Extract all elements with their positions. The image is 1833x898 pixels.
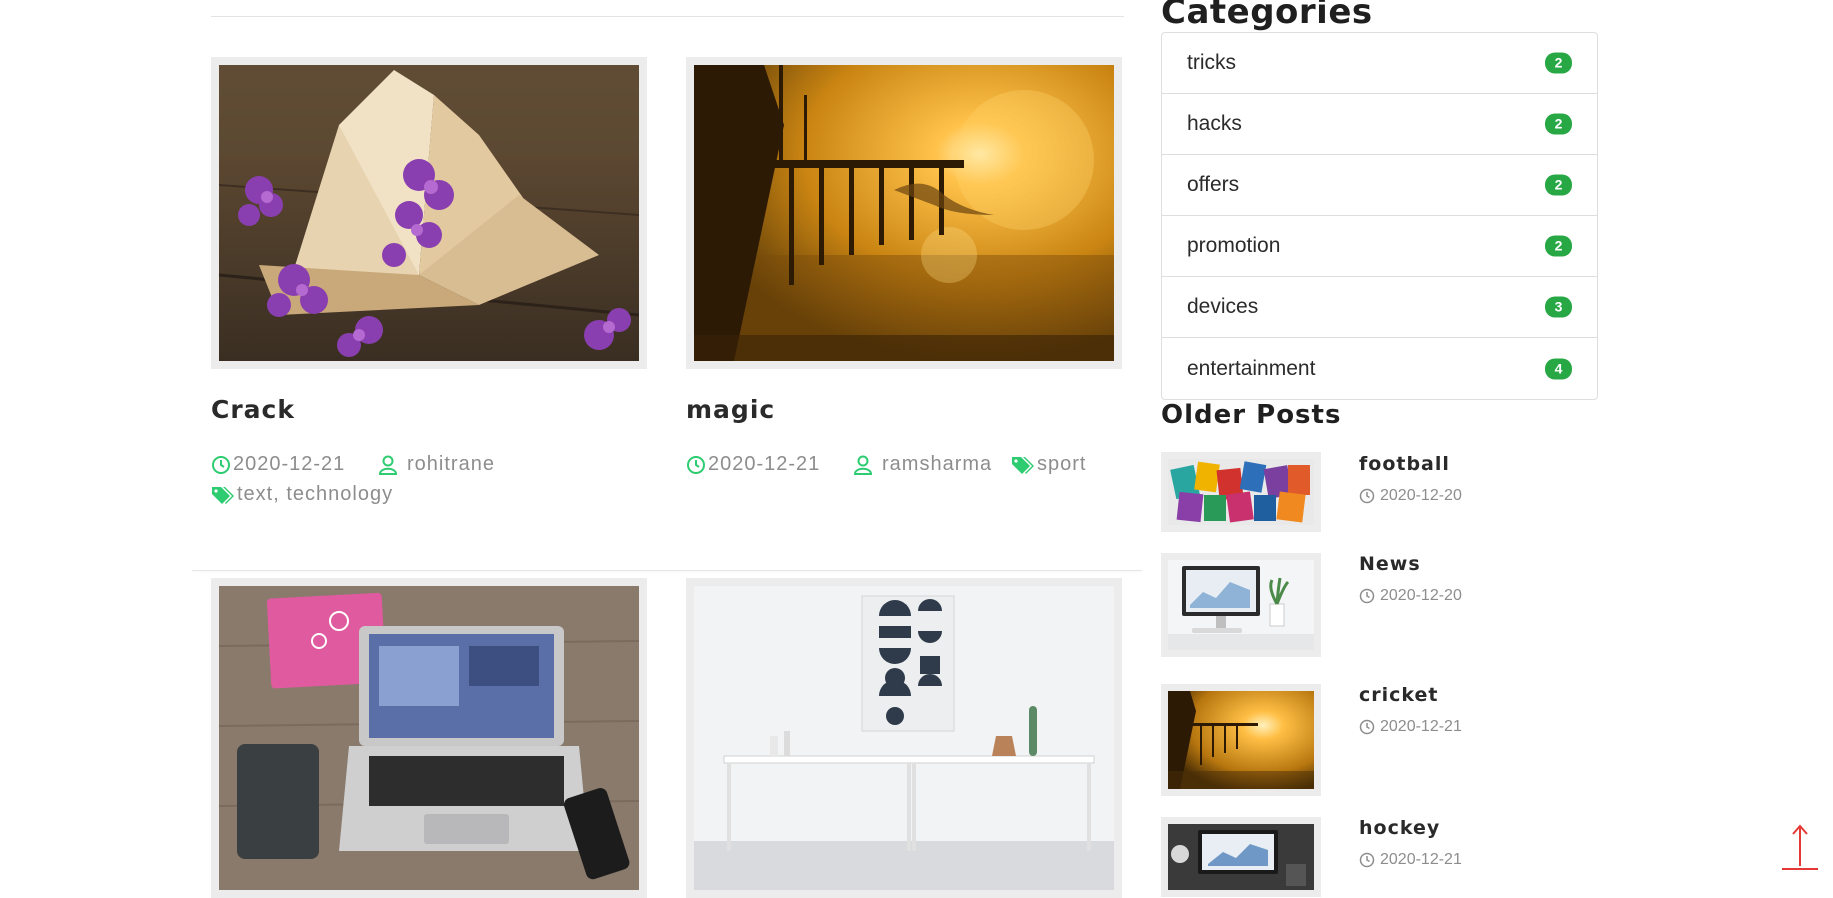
older-post-thumb[interactable] xyxy=(1161,817,1321,897)
older-post-thumb[interactable] xyxy=(1161,684,1321,796)
older-post-date-text: 2020-12-21 xyxy=(1380,718,1462,735)
category-item-tricks[interactable]: tricks 2 xyxy=(1162,33,1597,94)
clock-icon xyxy=(1359,588,1375,604)
category-label[interactable]: hacks xyxy=(1187,112,1242,136)
user-icon xyxy=(378,455,398,475)
post-title[interactable]: Crack xyxy=(211,395,295,424)
post-title[interactable]: magic xyxy=(686,395,775,424)
post-date-text: 2020-12-21 xyxy=(233,453,346,475)
older-post-date: 2020-12-21 xyxy=(1359,851,1462,869)
tag-icon xyxy=(212,486,234,504)
category-item-offers[interactable]: offers 2 xyxy=(1162,155,1597,216)
white-room-image xyxy=(694,586,1114,890)
clock-icon xyxy=(1359,719,1375,735)
post-author-text[interactable]: rohitrane xyxy=(407,453,495,476)
post-image-magic[interactable] xyxy=(686,57,1122,369)
post-image-laptop[interactable] xyxy=(211,578,647,898)
category-item-entertainment[interactable]: entertainment 4 xyxy=(1162,338,1597,399)
post-tags-text[interactable]: sport xyxy=(1037,453,1086,476)
pier-sunset-image xyxy=(1168,691,1314,789)
category-item-hacks[interactable]: hacks 2 xyxy=(1162,94,1597,155)
post-date: 2020-12-21 xyxy=(211,453,345,476)
older-post-title[interactable]: cricket xyxy=(1359,684,1439,706)
categories-list: tricks 2 hacks 2 offers 2 promotion 2 de… xyxy=(1161,32,1598,400)
desktop-monitor-image xyxy=(1168,560,1314,650)
category-label[interactable]: offers xyxy=(1187,173,1239,197)
category-label[interactable]: tricks xyxy=(1187,51,1236,75)
categories-heading: Categories xyxy=(1161,0,1373,32)
category-label[interactable]: promotion xyxy=(1187,234,1280,258)
older-post-thumb[interactable] xyxy=(1161,452,1321,532)
scroll-to-top-button[interactable] xyxy=(1780,822,1820,872)
top-divider xyxy=(211,16,1124,17)
post-date: 2020-12-21 xyxy=(686,453,820,476)
pier-sunset-image xyxy=(694,65,1114,361)
clock-icon xyxy=(687,455,705,474)
clock-icon xyxy=(1359,488,1375,504)
category-item-devices[interactable]: devices 3 xyxy=(1162,277,1597,338)
laptop-desk-image xyxy=(219,586,639,890)
count-badge: 2 xyxy=(1545,174,1572,196)
post-date-text: 2020-12-21 xyxy=(708,453,821,475)
older-post-title[interactable]: News xyxy=(1359,553,1421,575)
category-label[interactable]: devices xyxy=(1187,295,1258,319)
arrow-up-icon xyxy=(1782,824,1818,870)
post-author-text[interactable]: ramsharma xyxy=(882,453,992,476)
older-posts-heading: Older Posts xyxy=(1161,400,1342,430)
older-post-date: 2020-12-20 xyxy=(1359,487,1462,505)
colorful-books-image xyxy=(1168,459,1314,525)
count-badge: 2 xyxy=(1545,52,1572,74)
clock-icon xyxy=(1359,852,1375,868)
post-tags[interactable]: sport xyxy=(1011,453,1086,476)
older-post-title[interactable]: football xyxy=(1359,453,1450,475)
post-image-interior[interactable] xyxy=(686,578,1122,898)
clock-icon xyxy=(212,455,230,474)
post-author[interactable]: rohitrane xyxy=(377,453,495,476)
count-badge: 2 xyxy=(1545,235,1572,257)
post-tags[interactable]: text, technology xyxy=(211,483,393,506)
count-badge: 2 xyxy=(1545,113,1572,135)
older-post-date: 2020-12-21 xyxy=(1359,718,1462,736)
older-post-date-text: 2020-12-21 xyxy=(1380,851,1462,868)
post-author[interactable]: ramsharma xyxy=(852,453,992,476)
post-tags-text[interactable]: text, technology xyxy=(237,483,393,506)
dark-desk-laptop-image xyxy=(1168,824,1314,890)
count-badge: 4 xyxy=(1545,358,1572,379)
count-badge: 3 xyxy=(1545,296,1572,318)
older-post-date-text: 2020-12-20 xyxy=(1380,587,1462,604)
tag-icon xyxy=(1012,456,1034,474)
row-divider xyxy=(192,570,1142,571)
older-post-date: 2020-12-20 xyxy=(1359,587,1462,605)
category-item-promotion[interactable]: promotion 2 xyxy=(1162,216,1597,277)
post-image-crack[interactable] xyxy=(211,57,647,369)
older-post-thumb[interactable] xyxy=(1161,553,1321,657)
older-post-title[interactable]: hockey xyxy=(1359,817,1440,839)
older-post-date-text: 2020-12-20 xyxy=(1380,487,1462,504)
book-flowers-image xyxy=(219,65,639,361)
user-icon xyxy=(853,455,873,475)
category-label[interactable]: entertainment xyxy=(1187,357,1315,381)
